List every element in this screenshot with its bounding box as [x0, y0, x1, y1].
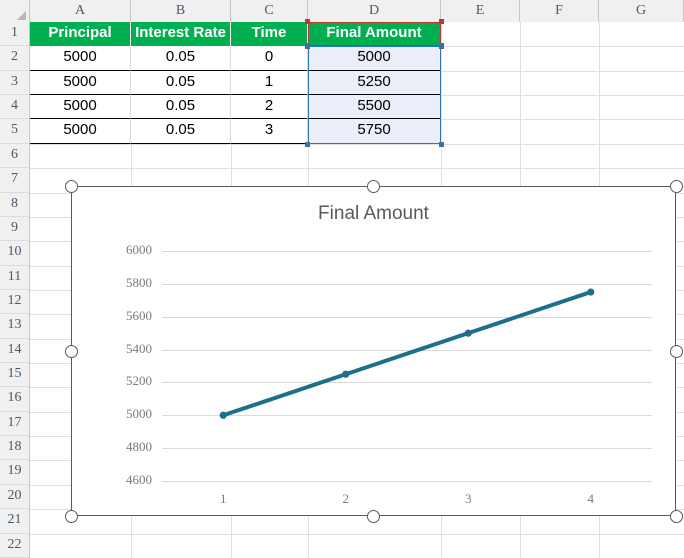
- row-header-13[interactable]: 13: [0, 314, 29, 339]
- row-header-11[interactable]: 11: [0, 265, 29, 290]
- selection-handle[interactable]: [439, 19, 444, 24]
- row-header-4[interactable]: 4: [0, 95, 29, 120]
- table-data-cell[interactable]: 5000: [308, 46, 441, 71]
- row-header-9[interactable]: 9: [0, 216, 29, 242]
- table-header-cell[interactable]: Final Amount: [308, 22, 441, 47]
- table-data-cell[interactable]: 0.05: [131, 119, 231, 144]
- row-header-22[interactable]: 22: [0, 533, 29, 558]
- table-data-cell[interactable]: 0.05: [131, 46, 231, 71]
- column-header-f[interactable]: F: [520, 0, 599, 22]
- chart-object[interactable]: Final Amount 6000 5800 5600 5400 5200 5000 4800…: [71, 186, 676, 516]
- row-header-19[interactable]: 19: [0, 460, 29, 485]
- table-data-cell[interactable]: 5000: [30, 95, 131, 120]
- selection-handle[interactable]: [439, 141, 444, 147]
- chart-series-line[interactable]: [221, 290, 593, 418]
- row-header-8[interactable]: 8: [0, 192, 29, 217]
- column-header-g[interactable]: G: [599, 0, 684, 22]
- grid-line-horizontal: [30, 168, 684, 169]
- chart-resize-handle[interactable]: [669, 179, 683, 193]
- table-data-cell[interactable]: 5750: [308, 119, 441, 144]
- table-header-cell[interactable]: Interest Rate: [131, 22, 231, 47]
- chart-resize-handle[interactable]: [64, 344, 78, 358]
- table-data-cell[interactable]: 0: [231, 46, 308, 71]
- table-data-cell[interactable]: 0.05: [131, 70, 231, 96]
- table-data-cell[interactable]: 3: [231, 119, 308, 144]
- row-header-15[interactable]: 15: [0, 363, 29, 388]
- chart-data-point[interactable]: [464, 329, 472, 337]
- table-header-cell[interactable]: Time: [231, 22, 308, 47]
- row-header-14[interactable]: 14: [0, 338, 29, 364]
- row-header-18[interactable]: 18: [0, 436, 29, 461]
- chart-resize-handle[interactable]: [669, 344, 683, 358]
- row-header-17[interactable]: 17: [0, 411, 29, 437]
- table-data-cell[interactable]: 5000: [30, 46, 131, 71]
- table-data-cell[interactable]: 5000: [30, 70, 131, 96]
- column-header-d[interactable]: D: [308, 0, 441, 22]
- table-data-cell[interactable]: 5000: [30, 119, 131, 144]
- column-header-b[interactable]: B: [131, 0, 231, 22]
- selection-handle[interactable]: [305, 19, 310, 24]
- select-all-triangle-icon: [17, 11, 26, 20]
- chart-resize-handle[interactable]: [64, 509, 78, 523]
- table-data-cell[interactable]: 0.05: [131, 95, 231, 120]
- table-data-cell[interactable]: 5250: [308, 70, 441, 96]
- table-data-cell[interactable]: 1: [231, 70, 308, 96]
- column-header-a[interactable]: A: [30, 0, 131, 22]
- chart-data-point[interactable]: [587, 288, 595, 296]
- excel-worksheet: ABCDEFG 1 2 3 4 5 6 7 8 9 10 11 12 13 14 15 16 17 18 19 20 2…: [0, 0, 684, 558]
- select-all-corner[interactable]: [0, 0, 30, 22]
- selection-handle[interactable]: [305, 141, 310, 147]
- row-header-21[interactable]: 21: [0, 509, 29, 534]
- chart-data-point[interactable]: [342, 370, 350, 378]
- row-header-20[interactable]: 20: [0, 484, 29, 510]
- grid-area[interactable]: Principal Interest Rate Time Final Amount 50…: [30, 22, 684, 558]
- selection-handle[interactable]: [439, 43, 444, 49]
- grid-line-horizontal: [30, 144, 684, 145]
- row-header-12[interactable]: 12: [0, 289, 29, 315]
- chart-plot-area: [219, 288, 595, 419]
- column-header-c[interactable]: C: [231, 0, 308, 22]
- grid-line-horizontal: [30, 534, 684, 535]
- row-header-2[interactable]: 2: [0, 46, 29, 71]
- chart-data-point[interactable]: [219, 411, 227, 419]
- row-header-16[interactable]: 16: [0, 387, 29, 412]
- column-header-e[interactable]: E: [441, 0, 520, 22]
- chart-resize-handle[interactable]: [64, 179, 78, 193]
- row-header-3[interactable]: 3: [0, 70, 29, 96]
- table-data-cell[interactable]: 2: [231, 95, 308, 120]
- row-header-5[interactable]: 5: [0, 119, 29, 144]
- table-header-cell[interactable]: Principal: [30, 22, 131, 47]
- row-header-7[interactable]: 7: [0, 168, 29, 193]
- table-data-cell[interactable]: 5500: [308, 95, 441, 120]
- row-header-1[interactable]: 1: [0, 22, 29, 47]
- chart-resize-handle[interactable]: [367, 509, 380, 523]
- selection-handle[interactable]: [305, 43, 310, 49]
- chart-resize-handle[interactable]: [367, 179, 380, 193]
- row-header-6[interactable]: 6: [0, 143, 29, 169]
- chart-resize-handle[interactable]: [669, 509, 683, 523]
- row-header-10[interactable]: 10: [0, 241, 29, 266]
